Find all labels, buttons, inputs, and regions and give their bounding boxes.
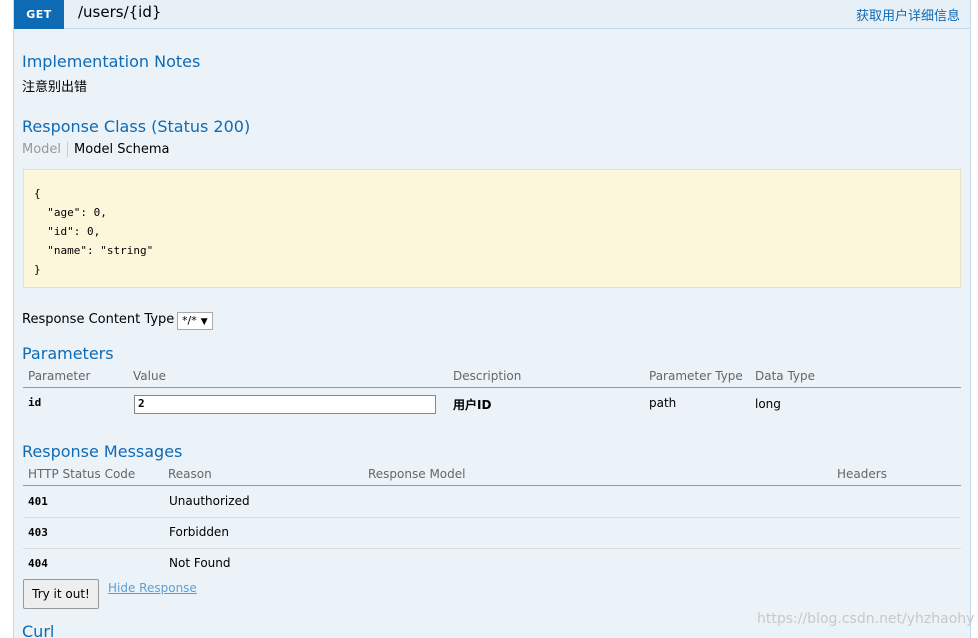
response-content-type-label: Response Content Type (22, 312, 175, 327)
curl-title: Curl (22, 622, 55, 638)
param-header-description: Description (453, 369, 522, 383)
resp-header-response-model: Response Model (368, 467, 466, 481)
implementation-notes-text: 注意别出错 (22, 80, 88, 95)
resp-header-status-code: HTTP Status Code (28, 467, 136, 481)
param-type: path (649, 396, 677, 410)
status-code: 404 (28, 557, 48, 570)
response-messages-table-header: HTTP Status Code Reason Response Model H… (23, 466, 961, 486)
schema-line: "name": "string" (34, 244, 154, 257)
status-reason: Unauthorized (169, 494, 250, 508)
operation-path[interactable]: /users/{id} (78, 3, 161, 21)
table-row: 404 Not Found (23, 549, 961, 580)
swagger-operation: GET /users/{id} 获取用户详细信息 Implementation … (0, 0, 978, 638)
table-row: 403 Forbidden (23, 518, 961, 549)
tab-model-schema[interactable]: Model Schema (68, 142, 169, 157)
tab-model[interactable]: Model (22, 142, 69, 157)
status-code: 403 (28, 526, 48, 539)
hide-response-link[interactable]: Hide Response (108, 581, 197, 595)
response-content-type-select[interactable]: */* ▼ (177, 312, 213, 330)
response-class-title: Response Class (Status 200) (22, 117, 251, 136)
status-reason: Not Found (169, 556, 231, 570)
try-it-out-button[interactable]: Try it out! (23, 579, 99, 609)
table-row: 401 Unauthorized (23, 487, 961, 518)
param-header-parameter-type: Parameter Type (649, 369, 743, 383)
param-header-value: Value (133, 369, 166, 383)
response-messages-title: Response Messages (22, 442, 183, 461)
implementation-notes-title: Implementation Notes (22, 52, 201, 71)
schema-line: "id": 0, (34, 225, 101, 238)
method-badge: GET (14, 0, 64, 29)
status-reason: Forbidden (169, 525, 229, 539)
param-header-parameter: Parameter (28, 369, 91, 383)
schema-line: } (34, 263, 41, 276)
status-code: 401 (28, 495, 48, 508)
model-schema-box[interactable]: { "age": 0, "id": 0, "name": "string" } (23, 169, 961, 288)
watermark: https://blog.csdn.net/yhzhaohy (757, 611, 975, 627)
table-row: id 2 用户ID path long (23, 389, 961, 420)
param-description: 用户ID (453, 398, 492, 412)
dropdown-arrow-icon: ▼ (200, 317, 208, 327)
parameters-table-header: Parameter Value Description Parameter Ty… (23, 368, 961, 388)
schema-line: { (34, 187, 41, 200)
model-tabs: Model Model Schema (22, 142, 169, 157)
parameters-title: Parameters (22, 344, 114, 363)
resp-header-headers: Headers (837, 467, 887, 481)
resp-header-reason: Reason (168, 467, 212, 481)
param-name: id (28, 396, 42, 409)
param-header-data-type: Data Type (755, 369, 816, 383)
schema-line: "age": 0, (34, 206, 107, 219)
param-data-type: long (755, 397, 781, 411)
content-type-value: */* (182, 314, 197, 327)
param-value-input[interactable]: 2 (134, 395, 436, 414)
operation-summary[interactable]: 获取用户详细信息 (856, 5, 960, 24)
operation-header[interactable]: GET /users/{id} 获取用户详细信息 (13, 0, 971, 29)
